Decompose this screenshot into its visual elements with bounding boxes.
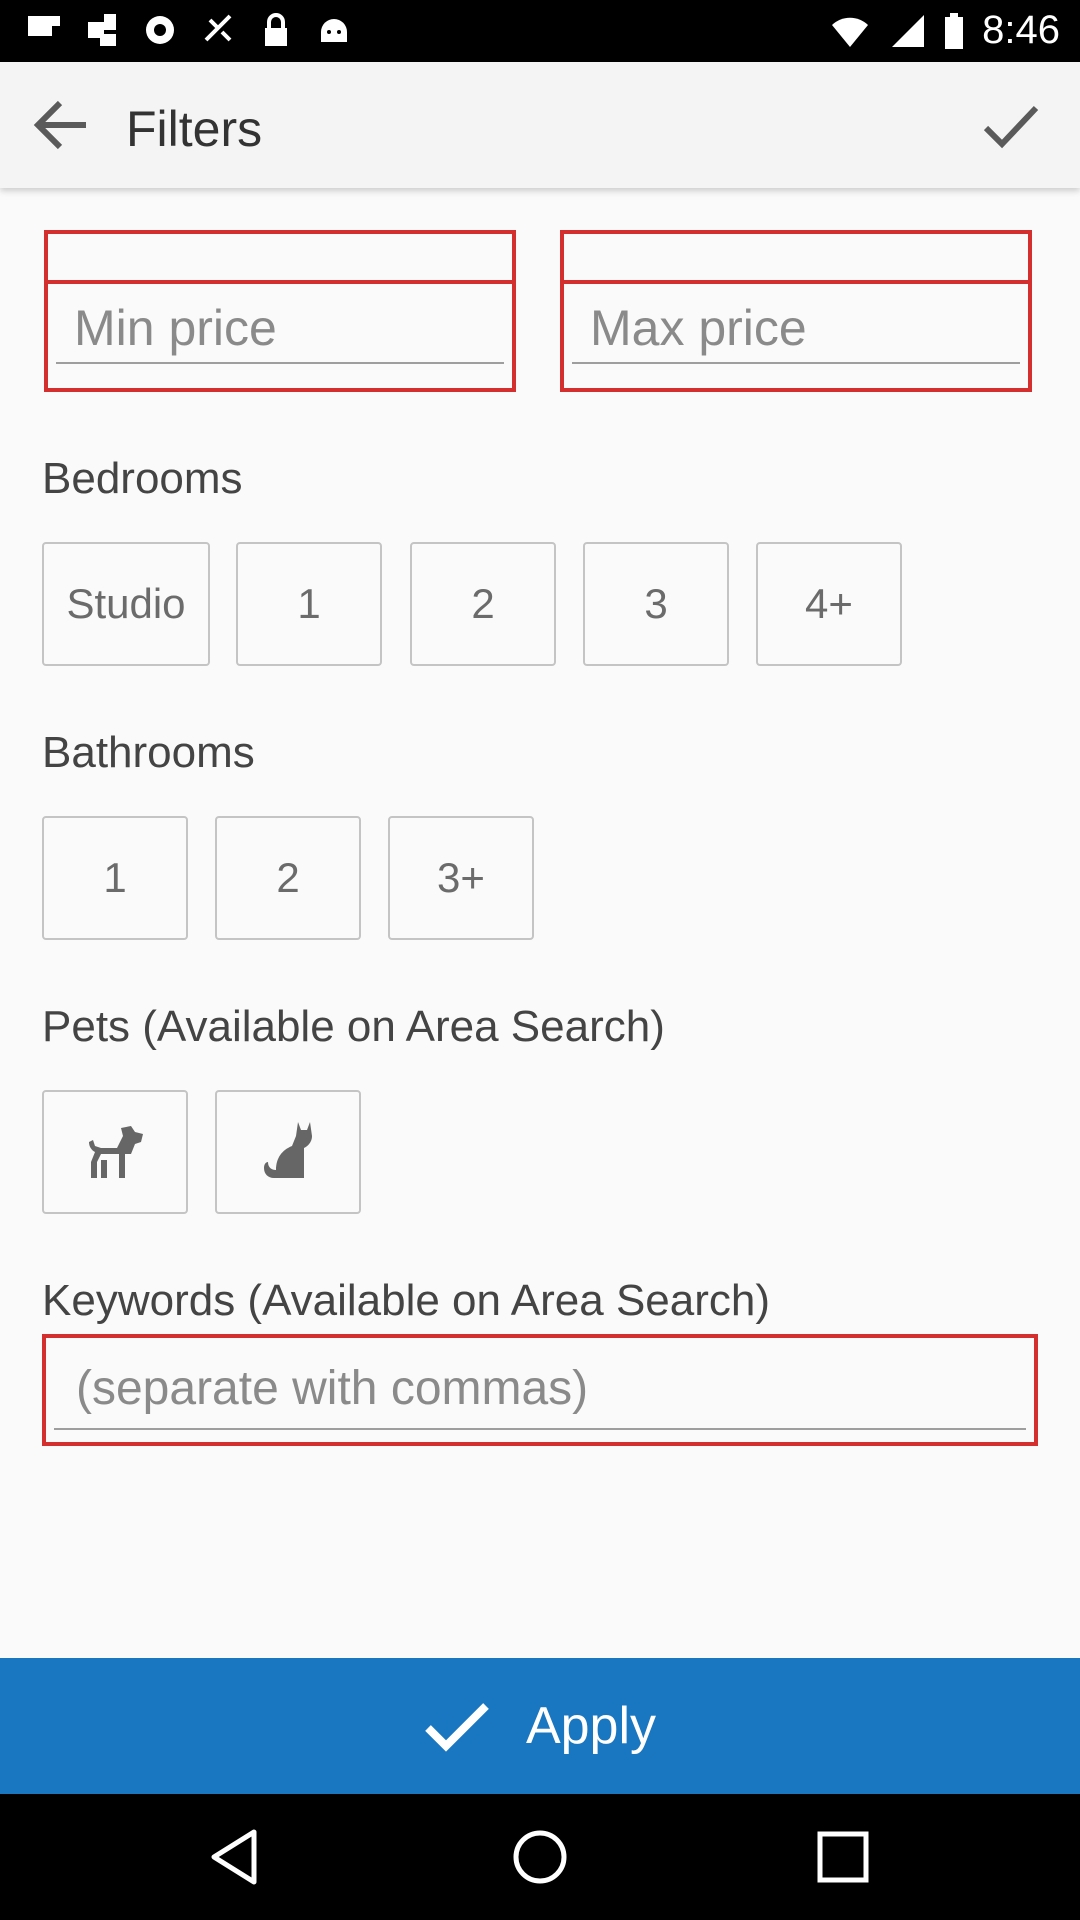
- keywords-field-wrapper: [42, 1334, 1038, 1446]
- bedroom-option-studio[interactable]: Studio: [42, 542, 210, 666]
- status-bar: 8:46: [0, 0, 1080, 62]
- android-icon: [321, 19, 347, 42]
- check-icon[interactable]: [980, 94, 1042, 156]
- keywords-label: Keywords (Available on Area Search): [42, 1276, 771, 1325]
- keywords-input[interactable]: [54, 1348, 1026, 1430]
- status-time: 8:46: [982, 8, 1060, 52]
- max-price-field-wrapper: [560, 230, 1032, 392]
- apply-button[interactable]: Apply: [0, 1658, 1080, 1794]
- bathroom-option-1[interactable]: 1: [42, 816, 188, 940]
- home-circle-icon[interactable]: [507, 1824, 573, 1890]
- apply-label: Apply: [525, 1697, 657, 1755]
- min-price-input[interactable]: [56, 294, 504, 364]
- bedroom-option-2[interactable]: 2: [410, 542, 556, 666]
- bedroom-option-1[interactable]: 1: [236, 542, 382, 666]
- battery-icon: [945, 12, 964, 49]
- lock-icon: [265, 13, 287, 46]
- bedrooms-label: Bedrooms: [42, 454, 243, 503]
- signal-icon: [892, 14, 925, 47]
- bedroom-option-4plus[interactable]: 4+: [756, 542, 902, 666]
- bathrooms-label: Bathrooms: [42, 728, 255, 777]
- wifi-icon: [832, 17, 869, 47]
- max-price-input[interactable]: [572, 294, 1020, 364]
- highlight-divider: [564, 280, 1028, 284]
- toolbar: Filters: [0, 62, 1080, 188]
- min-price-field-wrapper: [44, 230, 516, 392]
- photos-icon: [88, 14, 116, 46]
- page-title: Filters: [126, 101, 263, 157]
- recents-square-icon[interactable]: [810, 1824, 876, 1890]
- highlight-divider: [48, 280, 512, 284]
- dog-icon: [89, 1126, 143, 1178]
- fake-gps-icon: [204, 14, 232, 42]
- pet-option-cat[interactable]: [215, 1090, 361, 1214]
- check-icon: [425, 1703, 489, 1752]
- pets-label: Pets (Available on Area Search): [42, 1002, 665, 1051]
- bathroom-option-2[interactable]: 2: [215, 816, 361, 940]
- flipboard-icon: [28, 16, 60, 36]
- cat-icon: [264, 1122, 312, 1178]
- sync-icon: [146, 16, 174, 44]
- bathroom-option-3plus[interactable]: 3+: [388, 816, 534, 940]
- back-triangle-icon[interactable]: [204, 1824, 270, 1890]
- arrow-back-icon[interactable]: [30, 97, 90, 153]
- bedroom-option-3[interactable]: 3: [583, 542, 729, 666]
- pet-option-dog[interactable]: [42, 1090, 188, 1214]
- navigation-bar: [0, 1794, 1080, 1920]
